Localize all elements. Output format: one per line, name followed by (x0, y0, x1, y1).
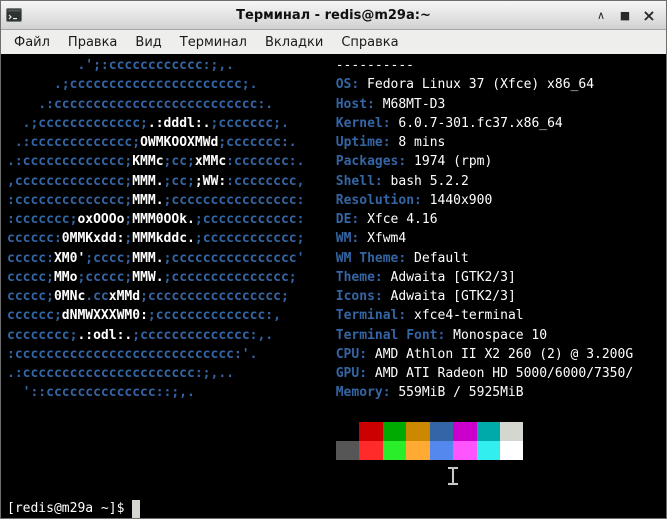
maximize-button[interactable]: ■ (613, 5, 637, 26)
menu-item-file[interactable]: Файл (5, 32, 59, 53)
terminal-line: '::cccccccccccccc::;,. Memory: 559MiB / … (7, 385, 524, 401)
terminal-line: ,cccccccccccccc;MMM.;cc;;WW::cccccccc, S… (7, 173, 469, 189)
menu-bar: Файл Правка Вид Терминал Вкладки Справка (1, 30, 666, 54)
info-label: Resolution: (335, 192, 422, 208)
window-controls: ∧ ■ × (589, 5, 661, 26)
info-label: Uptime: (335, 135, 391, 150)
window-title: Терминал - redis@m29a:~ (236, 7, 431, 23)
terminal-icon[interactable] (6, 7, 24, 23)
terminal-line: ccccc:XM0';cccc;MMM.;cccccccccccccccc' W… (7, 250, 469, 266)
info-label: GPU: (335, 366, 368, 381)
mouse-text-cursor-icon (448, 467, 458, 486)
terminal-line: .:ccccccccccccc;OWMKOOXMWd;ccccccc:. Upt… (7, 135, 446, 150)
menu-item-tabs[interactable]: Вкладки (256, 32, 332, 53)
info-value: AMD ATI Radeon HD 5000/6000/7350/ (367, 366, 634, 381)
info-value: Xfce 4.16 (359, 212, 438, 227)
info-value: xfce4-terminal (406, 308, 524, 324)
info-label: Theme: (335, 269, 383, 285)
palette-block (453, 441, 477, 461)
palette-block (382, 421, 407, 441)
palette-row (7, 421, 666, 441)
info-value: Fedora Linux 37 (Xfce) x86_64 (359, 77, 595, 93)
terminal-line: .:cccccccccccccccccccccccccc:. Host: M68… (7, 96, 446, 112)
terminal-line: :cccccccccccccc;MMM.;cccccccccccccccc: R… (7, 192, 493, 208)
terminal-line: .:cccccccccccccccccccccc:;,.. GPU: AMD A… (7, 366, 634, 381)
info-value: 559MiB / 5925MiB (390, 385, 524, 401)
terminal-line: ccccc;MMo;ccccc;MMW.;ccccccccccccccc; Th… (7, 269, 516, 285)
info-value: 6.0.7-301.fc37.x86_64 (390, 115, 563, 131)
palette-block (335, 421, 360, 441)
info-label: Icons: (335, 289, 383, 304)
palette-block (476, 421, 501, 441)
info-value: Xfwm4 (359, 231, 407, 247)
palette-row (7, 441, 666, 461)
title-bar[interactable]: Терминал - redis@m29a:~ ∧ ■ × (1, 1, 666, 30)
palette-block (500, 421, 524, 441)
info-value: M68MT-D3 (374, 96, 446, 112)
terminal-line: .';:cccccccccccc:;,. ---------- (7, 58, 415, 73)
terminal-line: ccccc;0MNc.ccxMMd;ccccccccccccccccc; Ico… (7, 289, 516, 304)
terminal-line: .:ccccccccccccc;KMMc;cc;xMMc:ccccccc:. P… (7, 154, 493, 170)
palette-block (453, 421, 477, 441)
info-label: Packages: (335, 154, 407, 170)
info-label: OS: (335, 77, 360, 93)
menu-item-help[interactable]: Справка (332, 32, 407, 53)
menu-item-edit[interactable]: Правка (59, 32, 126, 53)
info-value: 8 mins (390, 135, 446, 150)
info-label: DE: (335, 212, 360, 227)
info-value: 1974 (rpm) (406, 154, 493, 170)
palette-block (359, 441, 383, 461)
info-value: AMD Athlon II X2 260 (2) @ 3.200G (367, 346, 634, 362)
terminal-line: cccccccc;.:odl:.;cccccccccccccc:,. Termi… (7, 327, 548, 343)
palette-block (429, 441, 454, 461)
palette-block (406, 441, 430, 461)
palette-block (335, 441, 360, 461)
palette-block (429, 421, 454, 441)
info-value: 1440x900 (421, 192, 493, 208)
terminal-line: cccccc;dNMWXXXWM0:;cccccccccccccc:, Term… (7, 308, 524, 324)
info-label: WM: (335, 231, 360, 247)
info-label: Terminal: (335, 308, 407, 324)
palette-block (500, 441, 524, 461)
info-label: Memory: (335, 385, 391, 401)
info-value: Adwaita [GTK2/3] (382, 269, 516, 285)
palette-block (382, 441, 407, 461)
info-label: WM Theme: (335, 250, 407, 266)
terminal-cursor (132, 500, 141, 518)
info-label: Shell: (335, 173, 383, 189)
menu-item-view[interactable]: Вид (126, 32, 170, 53)
info-value: Monospace 10 (445, 327, 548, 343)
terminal-window: Терминал - redis@m29a:~ ∧ ■ × Файл Правка… (0, 0, 667, 519)
info-value: Adwaita [GTK2/3] (382, 289, 516, 304)
terminal-line: :cccccccccccccccccccccccccccc:'. CPU: AM… (7, 346, 634, 362)
palette-block (476, 441, 501, 461)
close-button[interactable]: × (637, 5, 661, 26)
info-label: CPU: (335, 346, 368, 362)
terminal-line: .;cccccccccccccccccccccc;. OS: Fedora Li… (7, 77, 595, 93)
info-value: bash 5.2.2 (382, 173, 469, 189)
info-label: Host: (335, 96, 375, 112)
info-label: Terminal Font: (335, 327, 446, 343)
info-label: Kernel: (335, 115, 391, 131)
terminal-output: .';:cccccccccccc:;,. ---------- .;cccccc… (1, 54, 666, 518)
palette-block (406, 421, 430, 441)
prompt-line: [redis@m29a ~]$ (7, 499, 666, 518)
info-value: Default (406, 250, 469, 266)
terminal-line: .;ccccccccccccc;.:dddl:.;ccccccc;. Kerne… (7, 115, 563, 131)
terminal-line: :ccccccc;oxOOOo;MMM0OOk.;cccccccccccc: D… (7, 212, 438, 227)
terminal-viewport[interactable]: .';:cccccccccccc:;,. ---------- .;cccccc… (1, 54, 666, 518)
menu-item-terminal[interactable]: Терминал (171, 32, 256, 53)
minimize-button[interactable]: ∧ (589, 5, 613, 26)
terminal-line: cccccc:0MMKxdd:;MMMkddc.;cccccccccccc; W… (7, 231, 407, 247)
palette-block (359, 421, 383, 441)
